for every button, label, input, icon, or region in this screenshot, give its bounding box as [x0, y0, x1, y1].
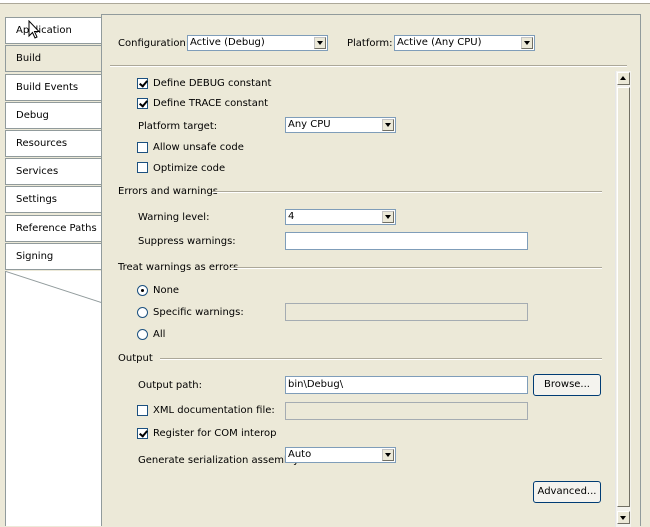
- chevron-down-icon: [382, 449, 394, 461]
- vertical-scrollbar[interactable]: [615, 71, 631, 527]
- configuration-value: Active (Debug): [190, 37, 265, 48]
- chevron-down-icon: [314, 37, 326, 49]
- tab-reference-paths[interactable]: Reference Paths: [5, 215, 101, 242]
- treat-all-radio[interactable]: [137, 329, 148, 340]
- serialization-value: Auto: [288, 449, 312, 460]
- tab-label: Application: [16, 25, 72, 36]
- treat-all-label: All: [153, 329, 166, 340]
- suppress-warnings-label: Suppress warnings:: [138, 236, 236, 247]
- define-debug-label: Define DEBUG constant: [153, 78, 272, 89]
- output-path-label: Output path:: [138, 380, 203, 391]
- tab-label: Build Events: [16, 82, 79, 93]
- tab-application[interactable]: Application: [5, 17, 101, 44]
- treat-specific-radio[interactable]: [137, 307, 148, 318]
- allow-unsafe-label: Allow unsafe code: [153, 142, 244, 153]
- treat-specific-label: Specific warnings:: [153, 307, 244, 318]
- xml-doc-checkbox[interactable]: [137, 405, 148, 416]
- serialization-label: Generate serialization assembly:: [138, 455, 302, 466]
- register-com-label: Register for COM interop: [153, 428, 277, 439]
- allow-unsafe-checkbox[interactable]: [137, 142, 148, 153]
- window-top-edge: [0, 0, 650, 4]
- treat-group-label: Treat warnings as errors: [118, 262, 239, 273]
- tab-label: Signing: [16, 251, 54, 262]
- suppress-warnings-input[interactable]: [285, 232, 528, 250]
- tab-settings[interactable]: Settings: [5, 186, 101, 213]
- tab-label: Build: [16, 53, 42, 64]
- define-trace-label: Define TRACE constant: [153, 98, 269, 109]
- errors-group-label: Errors and warnings: [118, 186, 219, 197]
- chevron-down-icon: [521, 37, 533, 49]
- configuration-select[interactable]: Active (Debug): [187, 35, 328, 51]
- warning-level-select[interactable]: 4: [285, 209, 396, 225]
- tab-label: Services: [16, 166, 59, 177]
- output-path-input[interactable]: bin\Debug\: [285, 376, 528, 394]
- tab-services[interactable]: Services: [5, 158, 101, 185]
- chevron-down-icon: [382, 211, 394, 223]
- tab-label: Settings: [16, 194, 58, 205]
- output-group-label: Output: [118, 353, 153, 364]
- treat-none-radio[interactable]: [137, 285, 148, 296]
- tab-resources[interactable]: Resources: [5, 130, 101, 157]
- advanced-button[interactable]: Advanced...: [533, 481, 601, 503]
- output-group-line: [160, 358, 602, 360]
- configuration-label: Configuration:: [118, 38, 190, 49]
- xml-doc-label: XML documentation file:: [153, 405, 275, 416]
- tab-label: Debug: [16, 110, 49, 121]
- platform-target-label: Platform target:: [138, 121, 218, 132]
- warning-level-value: 4: [288, 211, 295, 222]
- tab-build[interactable]: Build: [5, 45, 102, 72]
- scroll-up-icon[interactable]: [617, 72, 630, 85]
- errors-group-line: [212, 191, 602, 193]
- tab-strip-filler: [5, 271, 102, 526]
- header-divider: [110, 65, 627, 67]
- specific-warnings-input[interactable]: [285, 303, 528, 321]
- treat-none-label: None: [153, 285, 180, 296]
- platform-target-select[interactable]: Any CPU: [285, 117, 396, 133]
- scrollbar-thumb[interactable]: [617, 87, 630, 507]
- tab-build-events[interactable]: Build Events: [5, 74, 101, 101]
- scroll-down-icon[interactable]: [617, 511, 630, 524]
- mouse-cursor-icon: [28, 20, 40, 39]
- xml-doc-input[interactable]: [285, 402, 528, 420]
- platform-target-value: Any CPU: [288, 119, 331, 130]
- platform-select[interactable]: Active (Any CPU): [394, 35, 535, 51]
- warning-level-label: Warning level:: [138, 212, 210, 223]
- platform-value: Active (Any CPU): [397, 37, 482, 48]
- tab-label: Resources: [16, 138, 68, 149]
- chevron-down-icon: [382, 119, 394, 131]
- build-settings-panel: Configuration: Active (Debug) Platform: …: [101, 14, 641, 527]
- tab-debug[interactable]: Debug: [5, 102, 101, 129]
- define-trace-checkbox[interactable]: [137, 98, 148, 109]
- optimize-checkbox[interactable]: [137, 162, 148, 173]
- treat-group-line: [230, 267, 602, 269]
- optimize-label: Optimize code: [153, 163, 226, 174]
- tab-signing[interactable]: Signing: [5, 243, 101, 270]
- platform-label: Platform:: [347, 38, 393, 49]
- register-com-checkbox[interactable]: [137, 428, 148, 439]
- serialization-select[interactable]: Auto: [285, 447, 396, 463]
- browse-button[interactable]: Browse...: [533, 374, 601, 396]
- tab-label: Reference Paths: [16, 223, 97, 234]
- define-debug-checkbox[interactable]: [137, 78, 148, 89]
